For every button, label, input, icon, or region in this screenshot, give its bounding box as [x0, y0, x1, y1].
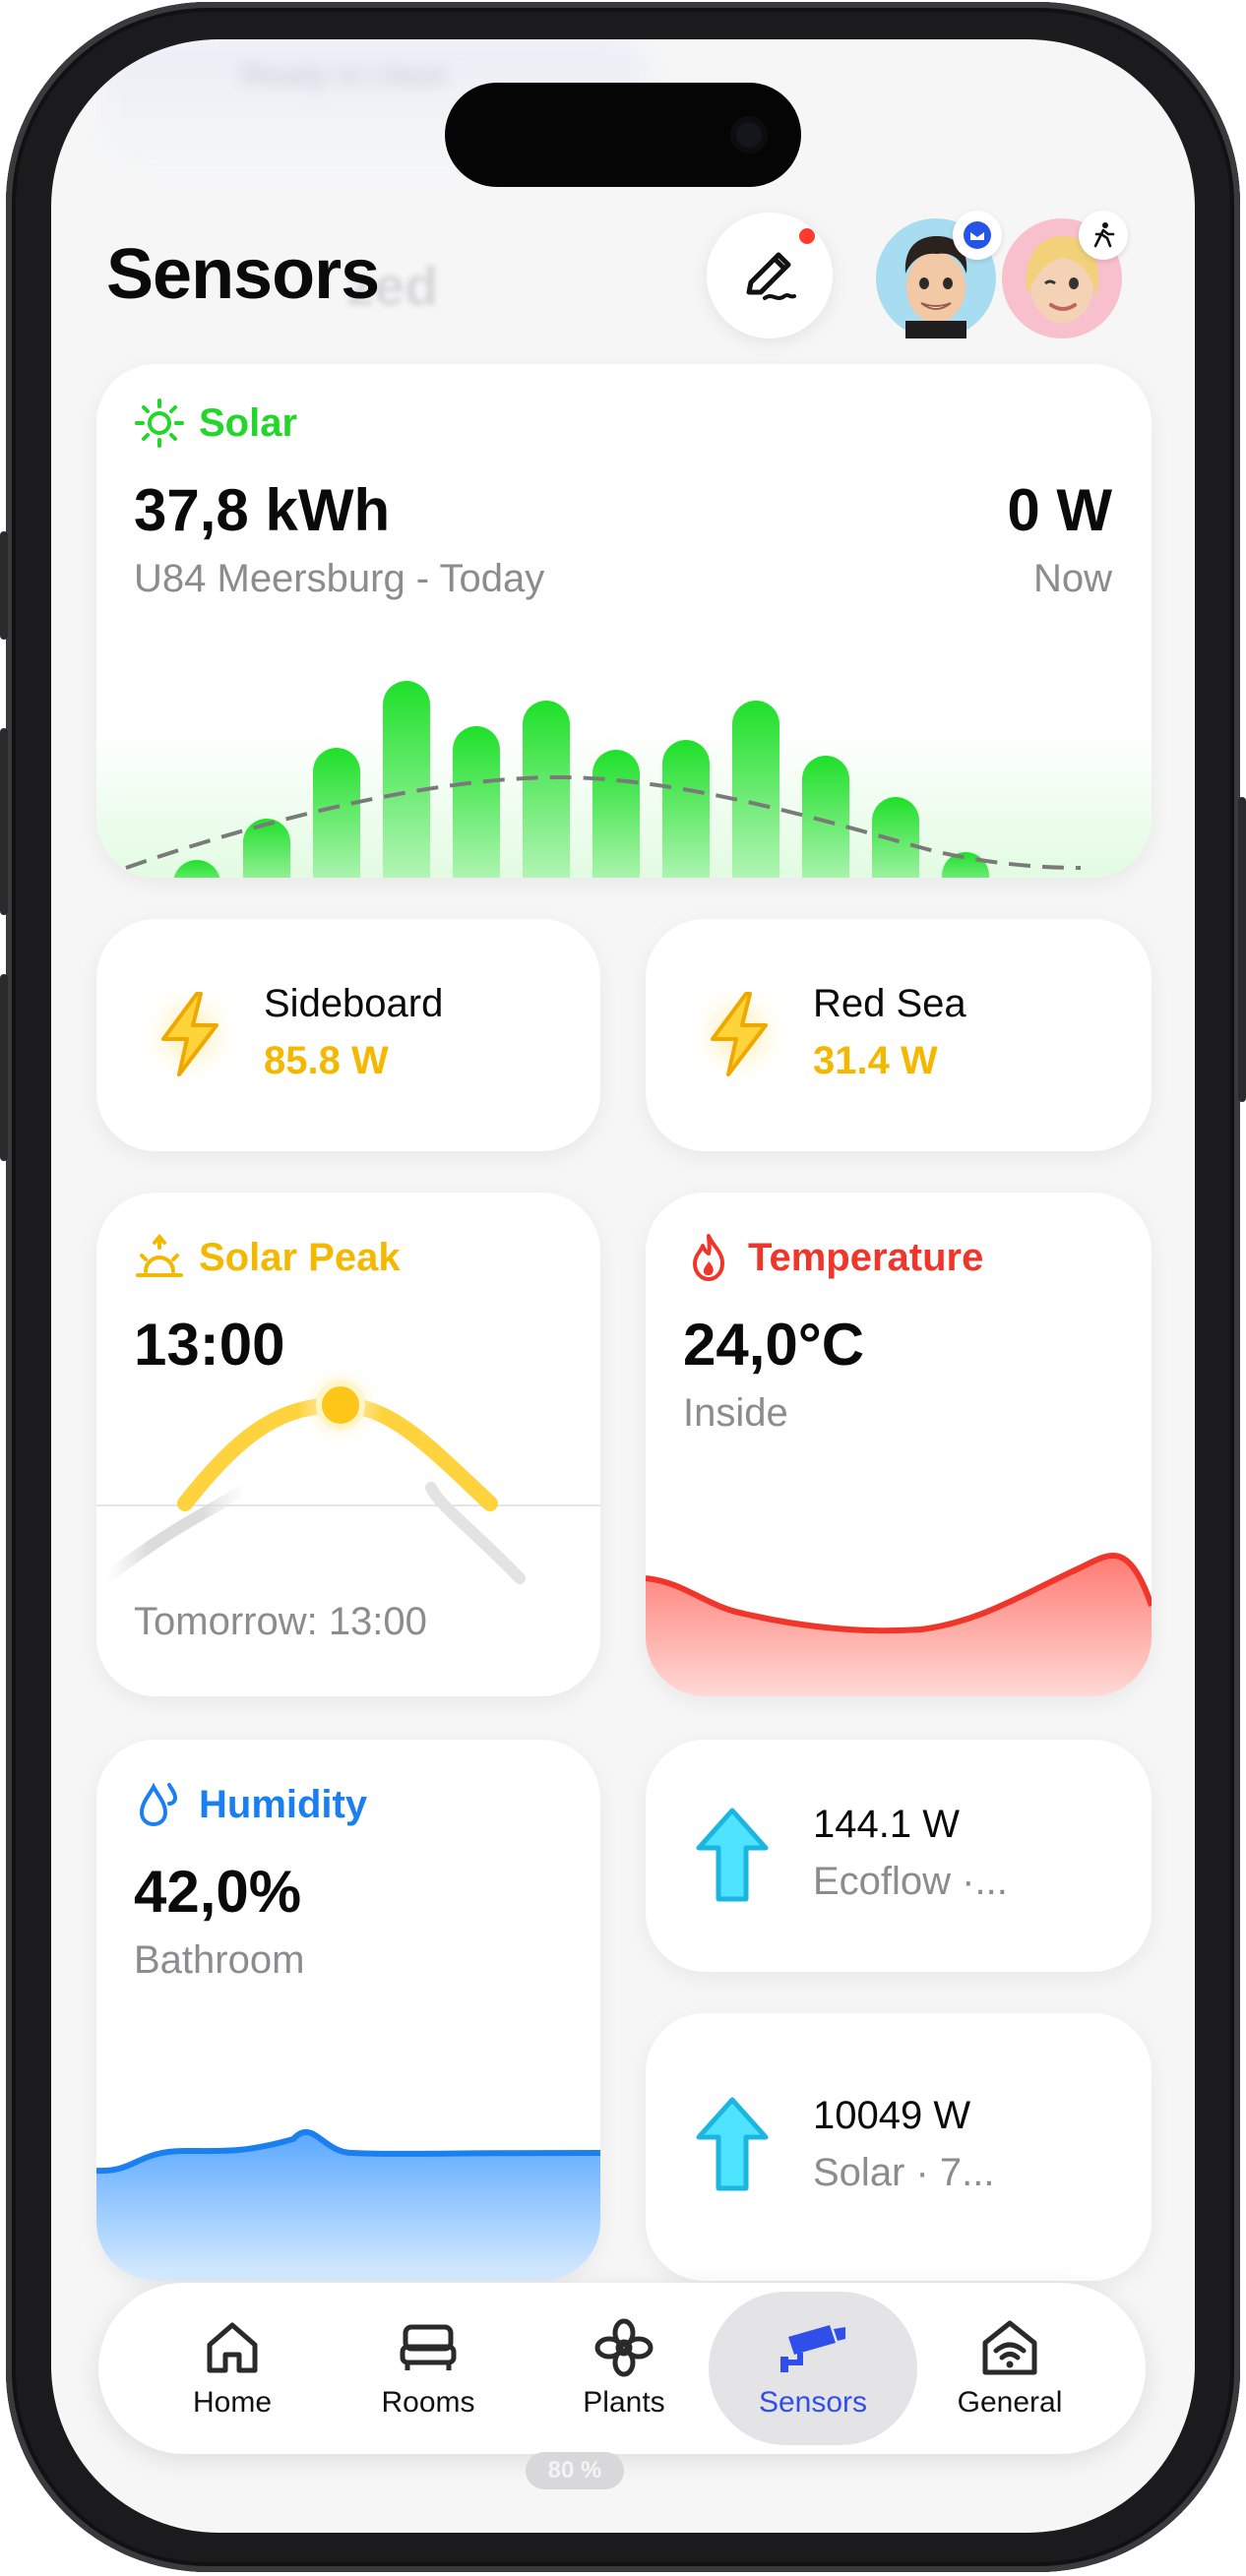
mail-icon [964, 221, 991, 249]
sideboard-card[interactable]: Sideboard 85.8 W [96, 919, 600, 1151]
humidity-card[interactable]: Humidity 42,0% Bathroom [96, 1740, 600, 2281]
ecoflow-value: 144.1 W [813, 1803, 960, 1846]
tab-rooms[interactable]: Rooms [324, 2283, 532, 2454]
lightning-icon [136, 980, 244, 1088]
dynamic-island [445, 83, 801, 187]
solar-bar-2 [313, 748, 360, 878]
status-ghost-text: Ready to clean [240, 59, 449, 92]
action-button [0, 531, 8, 640]
plant-icon [594, 2318, 654, 2377]
solar-bar-4 [453, 726, 500, 878]
solar-bar-chart [96, 681, 1152, 878]
solar-bar-1 [243, 819, 290, 878]
ecoflow-card[interactable]: 144.1 W Ecoflow ·... [646, 1740, 1152, 1972]
solar-bar-9 [802, 756, 849, 878]
arrow-up-icon [696, 1808, 769, 1902]
home-indicator: 80 % [526, 2452, 624, 2489]
solar-peak-card[interactable]: Solar Peak 13:00 Tomorrow: 13:00 [96, 1193, 600, 1696]
tab-sensors[interactable]: Sensors [709, 2292, 917, 2445]
tab-general[interactable]: General [905, 2283, 1114, 2454]
sideboard-value: 85.8 W [264, 1039, 389, 1082]
avatar-user-1[interactable] [876, 211, 1002, 338]
tab-bar: Home Rooms Plants Sensors General [98, 2283, 1146, 2454]
solar-bar-5 [523, 701, 570, 878]
temperature-area-chart [646, 1553, 1152, 1696]
page-title: Sensors [106, 235, 380, 314]
solar-flow-value: 10049 W [813, 2094, 971, 2137]
walking-icon [1093, 222, 1115, 248]
ecoflow-subtitle: Ecoflow ·... [813, 1860, 1008, 1903]
lightning-icon [685, 980, 793, 1088]
mail-badge [953, 211, 1002, 260]
sideboard-name: Sideboard [264, 982, 444, 1025]
red-sea-card[interactable]: Red Sea 31.4 W [646, 919, 1152, 1151]
tab-label-general: General [957, 2386, 1063, 2419]
tab-label-sensors: Sensors [758, 2386, 868, 2419]
solar-flow-card[interactable]: 10049 W Solar · 7... [646, 2013, 1152, 2281]
arrow-up-icon [696, 2097, 769, 2191]
solar-bar-7 [662, 740, 710, 878]
solar-bar-6 [592, 750, 640, 878]
red-sea-name: Red Sea [813, 982, 966, 1025]
red-sea-value: 31.4 W [813, 1039, 938, 1082]
volume-up-button [0, 728, 8, 915]
solar-bar-3 [383, 681, 430, 878]
activity-badge [1079, 211, 1128, 260]
tab-home[interactable]: Home [128, 2283, 337, 2454]
solar-bar-8 [732, 701, 779, 878]
front-camera [730, 116, 768, 153]
camera-icon [780, 2325, 845, 2372]
power-button [1238, 797, 1246, 1102]
tab-label-home: Home [192, 2386, 273, 2419]
volume-down-button [0, 974, 8, 1161]
home-icon [207, 2322, 258, 2373]
avatar-user-2[interactable] [1002, 211, 1128, 338]
tab-label-rooms: Rooms [381, 2386, 475, 2419]
screen: Ready to clean zed Sensors Solar 37,8 kW… [51, 39, 1195, 2533]
solar-flow-subtitle: Solar · 7... [813, 2151, 995, 2194]
tab-plants[interactable]: Plants [520, 2283, 728, 2454]
edit-button[interactable] [707, 213, 833, 338]
temperature-card[interactable]: Temperature 24,0°C Inside [646, 1193, 1152, 1696]
humidity-area-chart [96, 2129, 600, 2281]
solar-peak-tomorrow: Tomorrow: 13:00 [134, 1600, 427, 1643]
notification-dot [799, 228, 815, 244]
pencil-icon [746, 252, 796, 300]
bed-icon [400, 2324, 457, 2370]
solar-card[interactable]: Solar 37,8 kWh U84 Meersburg - Today 0 W… [96, 364, 1152, 878]
tab-label-plants: Plants [583, 2386, 665, 2419]
wifi-house-icon [982, 2320, 1037, 2375]
